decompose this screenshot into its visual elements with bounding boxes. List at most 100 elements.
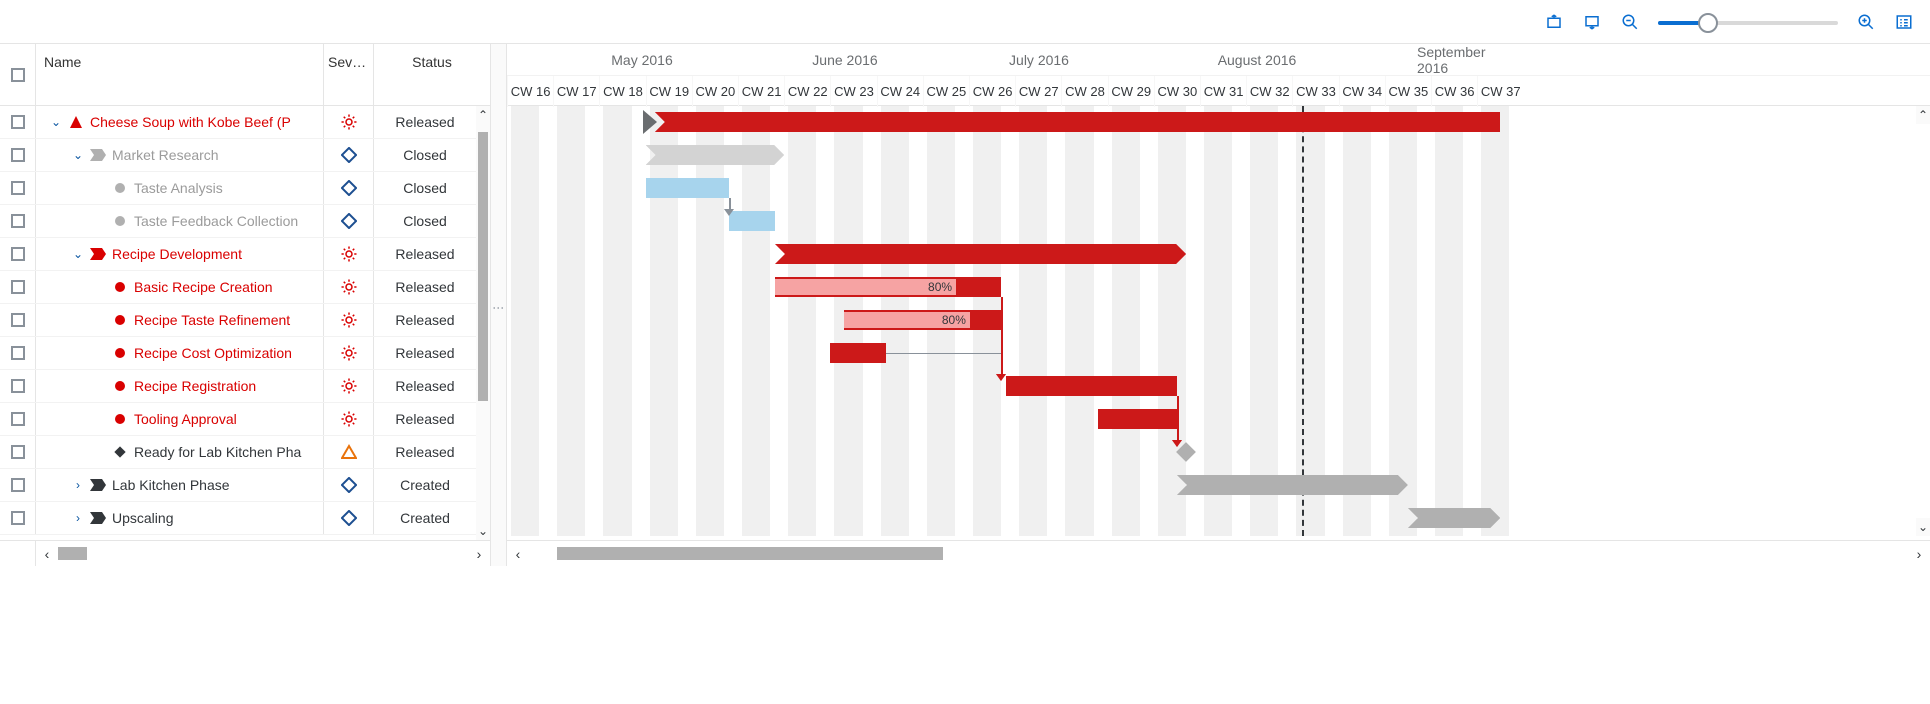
task-progress: [850, 343, 874, 363]
grid-column: [603, 106, 631, 536]
scroll-up-icon[interactable]: ⌃: [1916, 106, 1930, 124]
status-value: Released: [374, 106, 476, 138]
grid-column: [1204, 106, 1232, 536]
expand-toggle[interactable]: ›: [68, 478, 88, 492]
zoom-out-icon[interactable]: [1620, 12, 1640, 32]
expand-toggle[interactable]: ⌄: [68, 148, 88, 162]
week-label: CW 29: [1108, 76, 1154, 107]
grid-column: [511, 106, 539, 536]
table-row[interactable]: Ready for Lab Kitchen Pha Released: [0, 436, 490, 469]
scroll-left-icon[interactable]: ‹: [36, 541, 58, 566]
gantt-chart: May 2016June 2016July 2016August 2016Sep…: [507, 44, 1930, 566]
scroll-down-icon[interactable]: ⌄: [476, 522, 490, 540]
scroll-left-icon[interactable]: ‹: [507, 541, 529, 566]
row-checkbox[interactable]: [11, 412, 25, 426]
column-header-name[interactable]: Name: [36, 44, 324, 105]
row-label: Ready for Lab Kitchen Pha: [134, 444, 301, 460]
severity-icon: [324, 337, 374, 369]
scroll-right-icon[interactable]: ›: [468, 541, 490, 566]
expand-all-icon[interactable]: [1582, 12, 1602, 32]
summary-bar[interactable]: [1408, 508, 1500, 528]
row-checkbox[interactable]: [11, 148, 25, 162]
row-checkbox[interactable]: [11, 511, 25, 525]
grid-column: [1065, 106, 1093, 536]
status-value: Created: [374, 502, 476, 534]
table-body: ⌄ Cheese Soup with Kobe Beef (P Released…: [0, 106, 490, 540]
scrollbar-thumb[interactable]: [478, 132, 488, 401]
scroll-down-icon[interactable]: ⌄: [1916, 518, 1930, 536]
table-row[interactable]: › Upscaling Created: [0, 502, 490, 535]
severity-icon: [324, 139, 374, 171]
expand-toggle[interactable]: ⌄: [46, 115, 66, 129]
column-header-status[interactable]: Status: [374, 44, 490, 105]
week-label: CW 22: [784, 76, 830, 107]
week-label: CW 25: [923, 76, 969, 107]
grid-column: [557, 106, 585, 536]
table-row[interactable]: Basic Recipe Creation Released: [0, 271, 490, 304]
gantt-body[interactable]: ⌃ ⌄ 80%80%: [507, 106, 1930, 536]
task-bar[interactable]: [1006, 376, 1177, 396]
task-bar[interactable]: [1098, 409, 1177, 429]
row-checkbox[interactable]: [11, 214, 25, 228]
table-row[interactable]: Taste Analysis Closed: [0, 172, 490, 205]
scroll-up-icon[interactable]: ⌃: [476, 106, 490, 124]
status-value: Released: [374, 337, 476, 369]
table-row[interactable]: ⌄ Recipe Development Released: [0, 238, 490, 271]
timeline-header: May 2016June 2016July 2016August 2016Sep…: [507, 44, 1930, 106]
row-checkbox[interactable]: [11, 247, 25, 261]
dependency-line: [1001, 330, 1003, 376]
grid-column: [650, 106, 678, 536]
task-bar[interactable]: [729, 211, 775, 231]
dependency-line: [886, 353, 1002, 354]
expand-toggle[interactable]: ⌄: [68, 247, 88, 261]
table-horizontal-scrollbar[interactable]: ‹ ›: [36, 541, 490, 566]
row-checkbox[interactable]: [11, 379, 25, 393]
row-checkbox[interactable]: [11, 313, 25, 327]
week-label: CW 36: [1431, 76, 1477, 107]
row-checkbox[interactable]: [11, 346, 25, 360]
table-vertical-scrollbar[interactable]: ⌃ ⌄: [476, 106, 490, 540]
task-bar[interactable]: [646, 178, 729, 198]
summary-bar[interactable]: [775, 244, 1186, 264]
column-header-severity[interactable]: Sev…: [324, 44, 374, 105]
row-checkbox[interactable]: [11, 478, 25, 492]
status-value: Closed: [374, 172, 476, 204]
summary-bar[interactable]: [655, 112, 1500, 132]
zoom-slider[interactable]: [1658, 12, 1838, 32]
select-all-checkbox[interactable]: [11, 68, 25, 82]
gantt-horizontal-scrollbar[interactable]: ‹ ›: [507, 541, 1930, 566]
table-row[interactable]: Recipe Registration Released: [0, 370, 490, 403]
table-row[interactable]: Tooling Approval Released: [0, 403, 490, 436]
grid-column: [1343, 106, 1371, 536]
status-value: Released: [374, 370, 476, 402]
legend-icon[interactable]: [1894, 12, 1914, 32]
row-checkbox[interactable]: [11, 445, 25, 459]
gantt-vertical-scrollbar[interactable]: ⌃ ⌄: [1916, 106, 1930, 536]
dot-icon: [112, 312, 128, 328]
splitter-handle-icon: ⋮: [497, 302, 501, 308]
scroll-right-icon[interactable]: ›: [1908, 541, 1930, 566]
summary-bar[interactable]: [646, 145, 785, 165]
status-value: Released: [374, 271, 476, 303]
table-row[interactable]: Recipe Taste Refinement Released: [0, 304, 490, 337]
summary-bar[interactable]: [1177, 475, 1408, 495]
dot-icon: [112, 411, 128, 427]
progress-label: 80%: [844, 310, 970, 330]
zoom-in-icon[interactable]: [1856, 12, 1876, 32]
table-row[interactable]: Taste Feedback Collection Closed: [0, 205, 490, 238]
week-label: CW 21: [738, 76, 784, 107]
row-checkbox[interactable]: [11, 115, 25, 129]
table-row[interactable]: Recipe Cost Optimization Released: [0, 337, 490, 370]
tag-icon: [90, 246, 106, 262]
expand-toggle[interactable]: ›: [68, 511, 88, 525]
table-row[interactable]: ⌄ Market Research Closed: [0, 139, 490, 172]
collapse-all-icon[interactable]: [1544, 12, 1564, 32]
week-label: CW 30: [1154, 76, 1200, 107]
grid-column: [696, 106, 724, 536]
row-checkbox[interactable]: [11, 181, 25, 195]
row-checkbox[interactable]: [11, 280, 25, 294]
table-row[interactable]: ⌄ Cheese Soup with Kobe Beef (P Released: [0, 106, 490, 139]
dot-icon: [112, 213, 128, 229]
pane-splitter[interactable]: ⋮: [491, 44, 507, 566]
table-row[interactable]: › Lab Kitchen Phase Created: [0, 469, 490, 502]
